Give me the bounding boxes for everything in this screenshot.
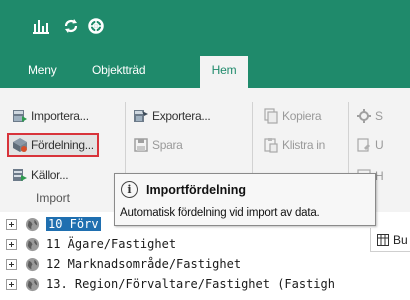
distribution-icon [12, 137, 28, 153]
save-button[interactable]: Spara [133, 135, 183, 155]
import-icon [12, 108, 28, 124]
export-label: Exportera... [152, 109, 211, 123]
lifebuoy-icon[interactable] [85, 16, 107, 36]
distribution-label: Fördelning... [31, 138, 94, 152]
tree-row-label: 12 Marknadsområde/Fastighet [46, 257, 242, 271]
paste-label: Klistra in [282, 138, 326, 152]
expand-icon[interactable] [6, 278, 17, 290]
copy-button[interactable]: Kopiera [263, 106, 322, 126]
settings-label: S [375, 109, 383, 123]
app-header: Meny Objektträd Hem [0, 0, 410, 88]
tree-row-label: 10 Förv [46, 217, 101, 231]
bar-chart-icon[interactable] [30, 16, 52, 36]
import-button[interactable]: Importera... [12, 106, 89, 126]
tree-row[interactable]: 12 Marknadsområde/Fastighet [0, 254, 241, 274]
export-icon [133, 108, 149, 124]
ribbon-tabs: Meny Objektträd Hem [0, 56, 410, 88]
settings-icon [356, 108, 372, 124]
globe-icon [25, 217, 40, 231]
globe-icon [25, 277, 40, 291]
copy-icon [263, 108, 279, 124]
expand-icon[interactable] [6, 238, 17, 250]
tooltip: i Importfördelning Automatisk fördelning… [114, 173, 376, 226]
import-label: Importera... [31, 109, 89, 123]
tab-hem[interactable]: Hem [200, 56, 248, 88]
table-icon [377, 233, 389, 246]
globe-icon [25, 257, 40, 271]
document-tab-label: Bu [393, 232, 408, 247]
document-tab[interactable]: Bu [370, 228, 410, 252]
tree-row-label: 13. Region/Förvaltare/Fastighet (Fastigh [46, 277, 335, 291]
tree-row[interactable]: 13. Region/Förvaltare/Fastighet (Fastigh [0, 274, 335, 294]
sync-icon[interactable] [60, 16, 82, 36]
copy-label: Kopiera [282, 109, 322, 123]
save-label: Spara [152, 138, 183, 152]
globe-icon [25, 237, 40, 251]
distribution-button[interactable]: Fördelning... [7, 133, 99, 157]
tooltip-title-text: Importfördelning [146, 182, 246, 197]
tab-objekttrad[interactable]: Objektträd [92, 63, 146, 83]
sources-icon [12, 167, 28, 183]
expand-icon[interactable] [6, 258, 17, 270]
expand-icon[interactable] [6, 218, 17, 230]
tree-row[interactable]: 10 Förv [0, 214, 101, 234]
tooltip-title: i Importfördelning [121, 181, 246, 198]
tab-meny[interactable]: Meny [28, 63, 57, 83]
settings-button[interactable]: S [356, 106, 383, 126]
update-label: U [375, 138, 384, 152]
update-icon [356, 137, 372, 153]
info-icon: i [121, 181, 138, 198]
tooltip-description: Automatisk fördelning vid import av data… [120, 207, 320, 219]
help-label: H [375, 169, 384, 183]
import-group-label: Import [36, 191, 71, 205]
paste-icon [263, 137, 279, 153]
save-icon [133, 137, 149, 153]
paste-button[interactable]: Klistra in [263, 135, 325, 155]
tree-row[interactable]: 11 Ägare/Fastighet [0, 234, 176, 254]
sources-label: Källor... [31, 168, 69, 182]
sources-button[interactable]: Källor... [12, 165, 69, 185]
update-button[interactable]: U [356, 135, 384, 155]
export-button[interactable]: Exportera... [133, 106, 211, 126]
tree-row-label: 11 Ägare/Fastighet [46, 237, 177, 251]
